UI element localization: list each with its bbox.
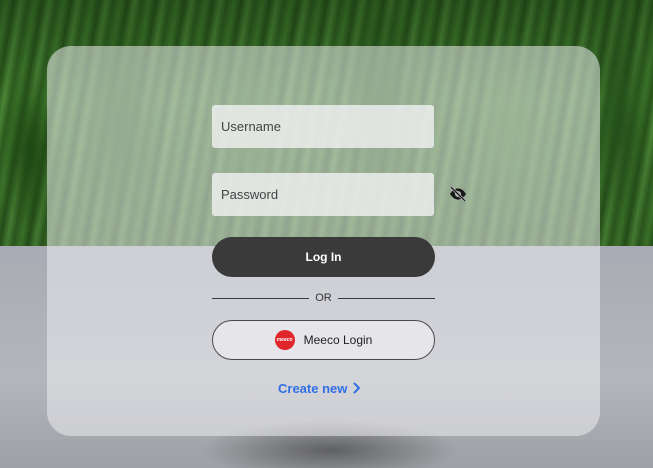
- divider-label: OR: [315, 292, 332, 304]
- or-divider: OR: [212, 291, 435, 305]
- divider-line-left: [212, 297, 310, 299]
- username-field[interactable]: [212, 105, 434, 148]
- create-new-label: Create new: [278, 380, 348, 396]
- login-screen: Log In OR meeco Meeco Login Create new: [0, 0, 653, 468]
- create-new-link[interactable]: Create new: [278, 379, 361, 397]
- meeco-login-label: Meeco Login: [303, 333, 373, 347]
- meeco-login-button[interactable]: meeco Meeco Login: [212, 320, 435, 360]
- divider-line-right: [337, 297, 435, 299]
- password-field[interactable]: [212, 173, 434, 216]
- eye-off-icon[interactable]: [447, 183, 469, 205]
- meeco-logo-icon: meeco: [274, 330, 295, 350]
- login-button[interactable]: Log In: [212, 237, 435, 277]
- login-button-label: Log In: [305, 250, 342, 264]
- chevron-right-icon: [353, 382, 361, 394]
